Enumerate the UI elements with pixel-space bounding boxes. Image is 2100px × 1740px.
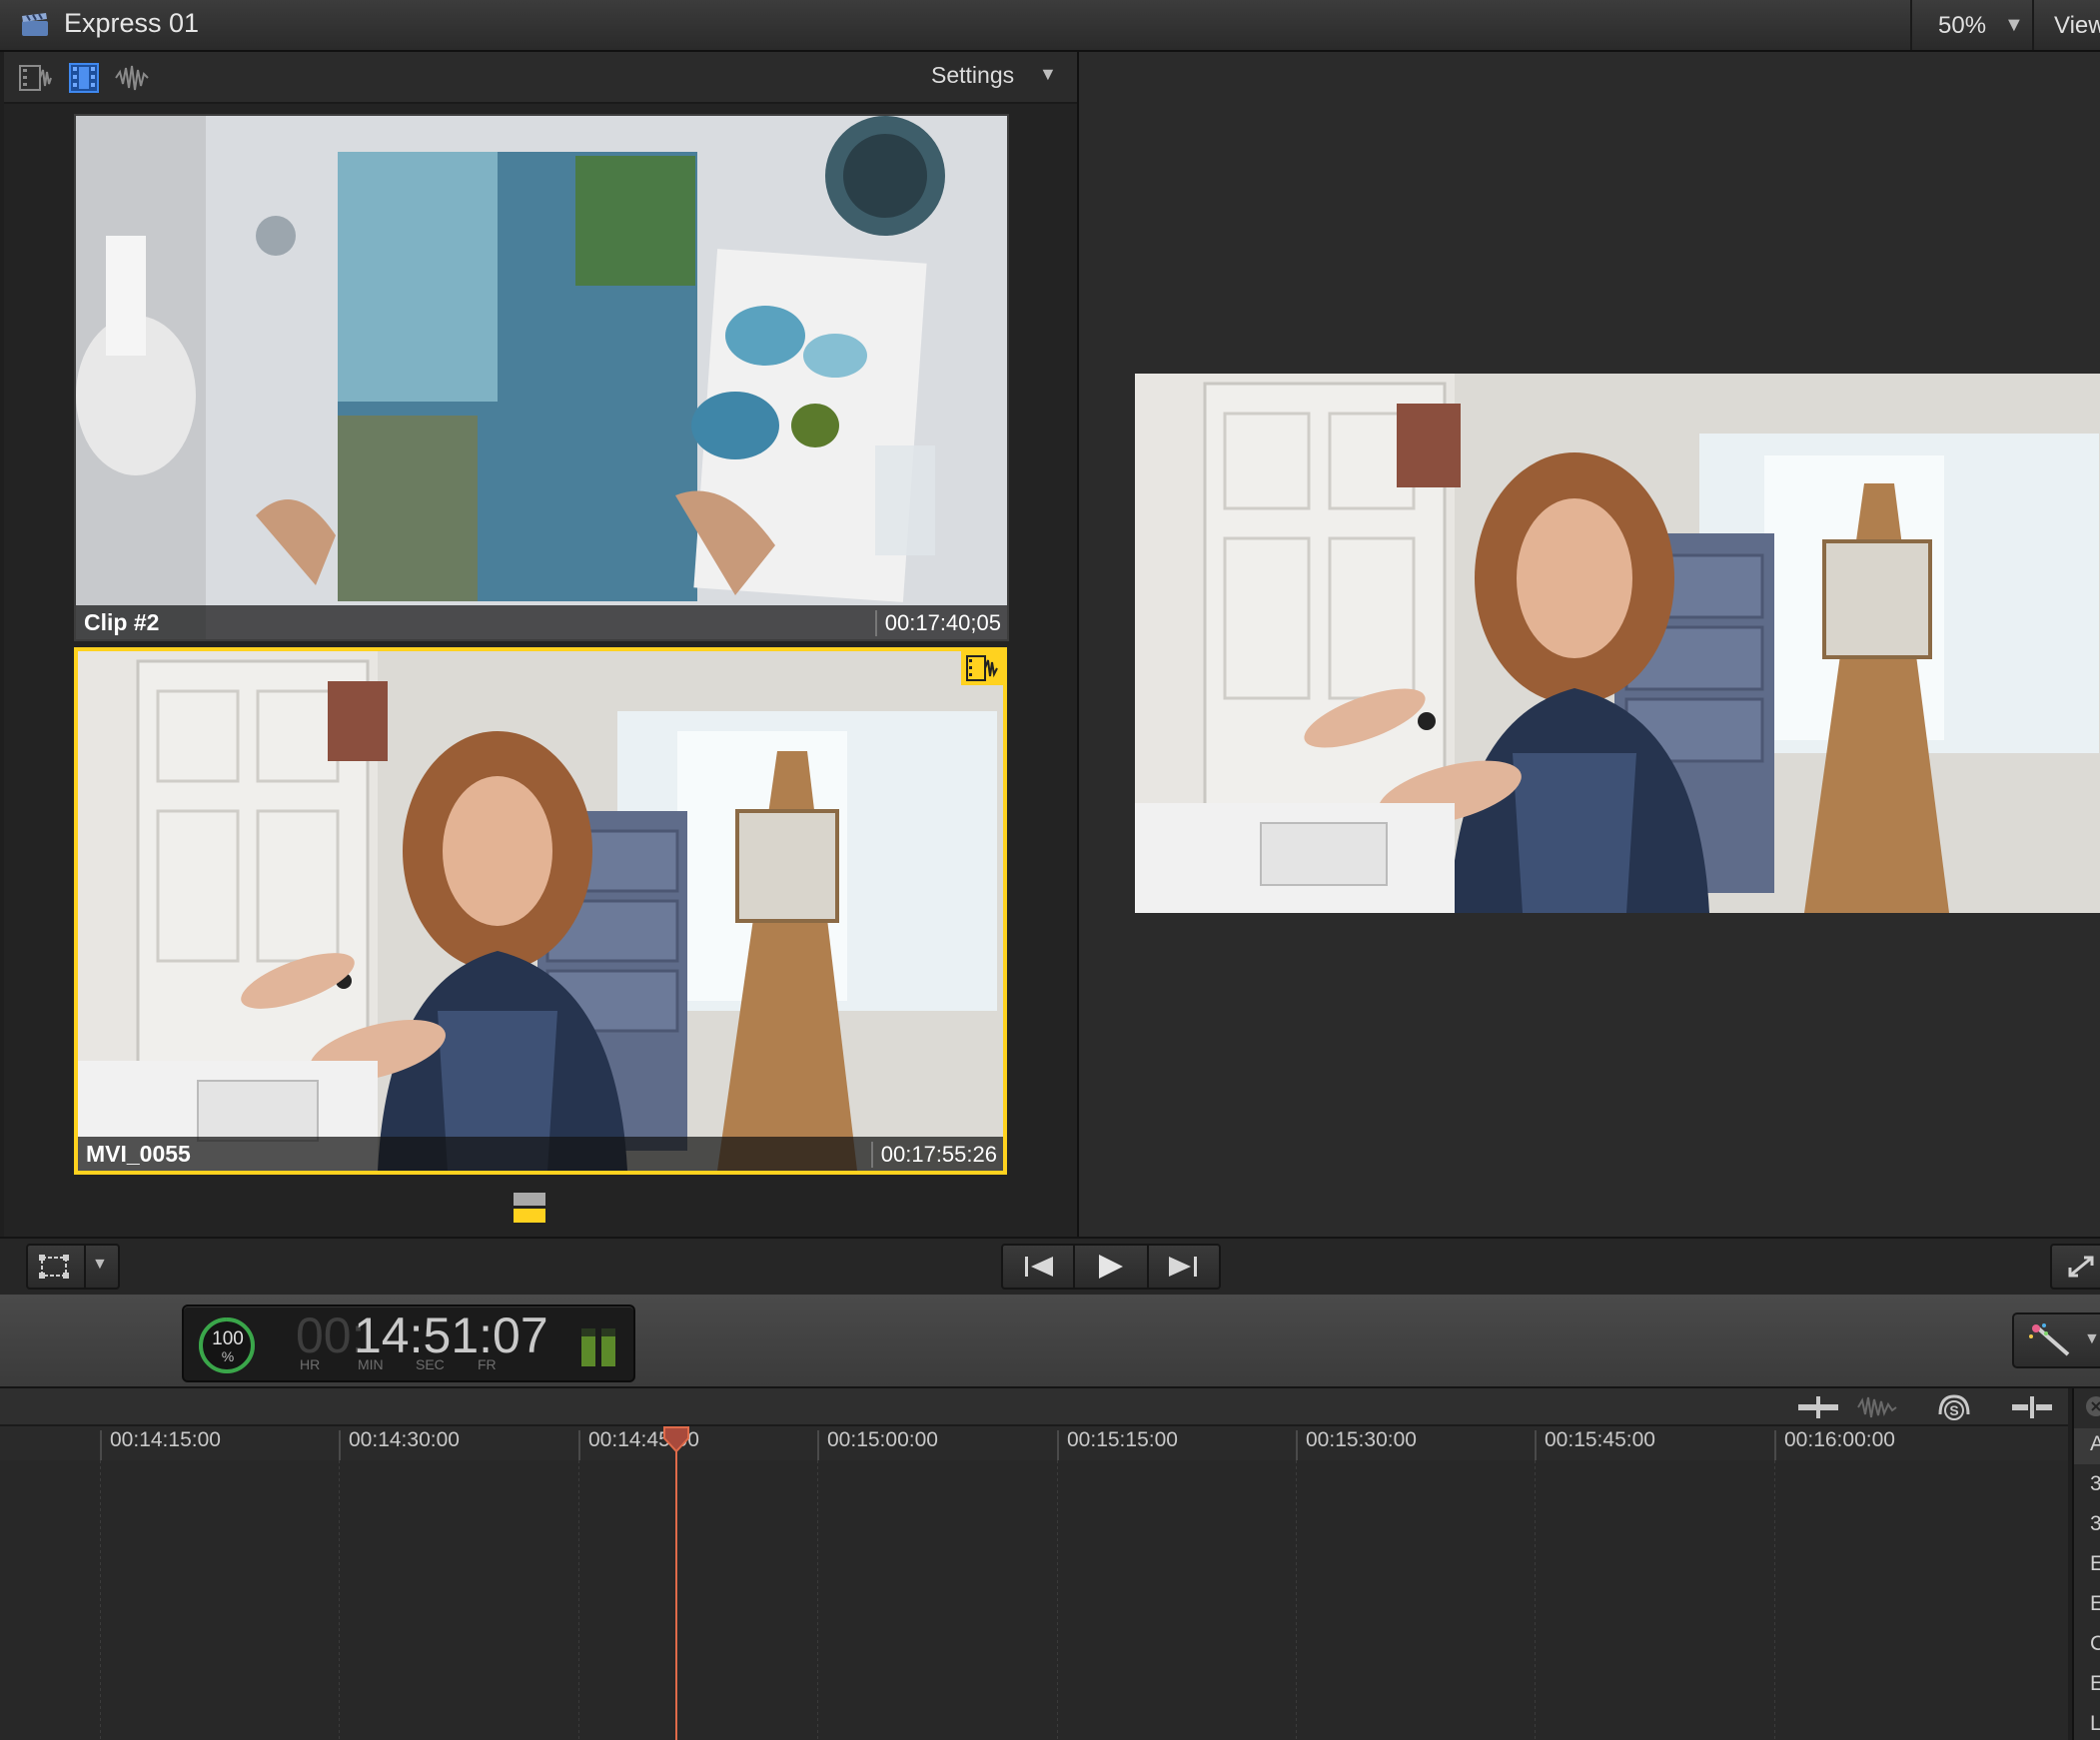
grid-line [100, 1460, 101, 1740]
playhead-handle[interactable] [663, 1426, 689, 1452]
angle-label-bar [78, 1137, 1003, 1171]
transform-icon [39, 1255, 69, 1279]
grid-line [1296, 1460, 1297, 1740]
angle-name: MVI_0055 [86, 1141, 191, 1167]
audio-only-icon[interactable] [114, 62, 150, 94]
angle-label-bar [76, 605, 1007, 639]
divider [1073, 1246, 1075, 1288]
transform-button[interactable]: ▼ [26, 1244, 120, 1290]
title-bar [0, 0, 2100, 52]
fullscreen-arrows-icon [2068, 1256, 2094, 1278]
angle-bank-indicator[interactable] [514, 1193, 545, 1223]
close-icon[interactable] [2080, 1392, 2100, 1420]
clapperboard-icon [22, 13, 48, 36]
grid-line [1057, 1460, 1058, 1740]
active-angle-thumbnail[interactable]: MVI_0055 00:17:55:26 [74, 647, 1007, 1175]
timeline-area[interactable] [0, 1460, 2068, 1740]
ruler-label: 00:14:15:00 [110, 1428, 221, 1451]
list-item[interactable]: C [2090, 1632, 2100, 1656]
project-title: Express 01 [64, 8, 200, 38]
video-only-icon[interactable] [66, 62, 102, 94]
chevron-down-icon[interactable]: ▼ [2004, 14, 2024, 37]
progress-value: 100 [212, 1328, 244, 1349]
timeline-ruler[interactable] [0, 1424, 2068, 1462]
timecode-label-fr: FR [478, 1356, 497, 1372]
ruler-tick [578, 1430, 580, 1460]
solo-icon[interactable]: S [1932, 1392, 1976, 1422]
list-item[interactable]: 3 [2090, 1472, 2100, 1496]
angle-timecode: 00:17:55:26 [870, 1142, 997, 1168]
divider [1147, 1246, 1149, 1288]
angle-thumbnail[interactable]: Clip #2 00:17:40;05 [74, 114, 1009, 641]
angle-viewer-toolbar [4, 52, 1077, 104]
settings-menu[interactable]: Settings [931, 62, 1014, 89]
ruler-label: 00:15:15:00 [1067, 1428, 1178, 1451]
ruler-tick [1774, 1430, 1776, 1460]
angle-video-frame [78, 651, 1003, 1171]
play-icon[interactable] [1097, 1254, 1125, 1280]
audio-skimming-icon[interactable] [1854, 1392, 1898, 1422]
chevron-down-icon[interactable]: ▼ [92, 1256, 108, 1274]
enhancements-button[interactable]: ▼ [2012, 1312, 2100, 1368]
viewer-video-frame[interactable] [1135, 374, 2100, 913]
ruler-tick [1296, 1430, 1298, 1460]
timecode-label-min: MIN [358, 1356, 384, 1372]
skimming-icon[interactable] [1796, 1392, 1840, 1422]
playhead[interactable] [675, 1438, 677, 1740]
video-audio-icon [966, 655, 998, 681]
grid-line [578, 1460, 579, 1740]
grid-line [1535, 1460, 1536, 1740]
list-item[interactable]: E [2090, 1592, 2100, 1616]
ruler-tick [817, 1430, 819, 1460]
magic-wand-icon [2029, 1323, 2070, 1356]
list-item[interactable]: A [2090, 1432, 2100, 1456]
ruler-tick [100, 1430, 102, 1460]
progress-unit: % [221, 1348, 235, 1364]
divider [84, 1246, 86, 1288]
grid-line [339, 1460, 340, 1740]
list-item[interactable]: L [2090, 1712, 2100, 1736]
list-item[interactable]: 3 [2090, 1512, 2100, 1536]
chevron-down-icon[interactable]: ▼ [1039, 64, 1057, 85]
previous-edit-icon[interactable] [1023, 1256, 1055, 1278]
fullscreen-button[interactable] [2050, 1244, 2100, 1290]
video-audio-icon[interactable] [18, 62, 54, 94]
angle-timecode: 00:17:40;05 [874, 610, 1001, 636]
ruler-label: 00:16:00:00 [1784, 1428, 1895, 1451]
timecode-label-hr: HR [300, 1356, 321, 1372]
viewer-video-image [1135, 374, 2100, 913]
grid-line [1774, 1460, 1775, 1740]
transport-controls [1001, 1244, 1221, 1290]
ruler-tick [339, 1430, 341, 1460]
svg-text:S: S [1949, 1402, 1958, 1418]
view-menu-label[interactable]: View [2054, 12, 2100, 40]
snapping-icon[interactable] [2010, 1392, 2054, 1422]
next-edit-icon[interactable] [1167, 1256, 1199, 1278]
list-item[interactable]: E [2090, 1552, 2100, 1576]
chevron-down-icon[interactable]: ▼ [2084, 1330, 2100, 1348]
ruler-label: 00:15:45:00 [1545, 1428, 1655, 1451]
ruler-label: 00:15:00:00 [827, 1428, 938, 1451]
ruler-tick [1057, 1430, 1059, 1460]
angle-name: Clip #2 [84, 609, 160, 635]
timecode-label-sec: SEC [416, 1356, 445, 1372]
ruler-tick [1535, 1430, 1537, 1460]
angle-video-frame [76, 116, 1007, 639]
grid-line [817, 1460, 818, 1740]
timeline-header [0, 1388, 2068, 1424]
list-item[interactable]: E [2090, 1672, 2100, 1696]
active-audio-video-badge [961, 651, 1003, 685]
ruler-label: 00:15:30:00 [1306, 1428, 1417, 1451]
zoom-level[interactable]: 50% [1938, 12, 1986, 40]
audio-meters-icon[interactable] [579, 1322, 619, 1368]
ruler-label: 00:14:30:00 [349, 1428, 460, 1451]
